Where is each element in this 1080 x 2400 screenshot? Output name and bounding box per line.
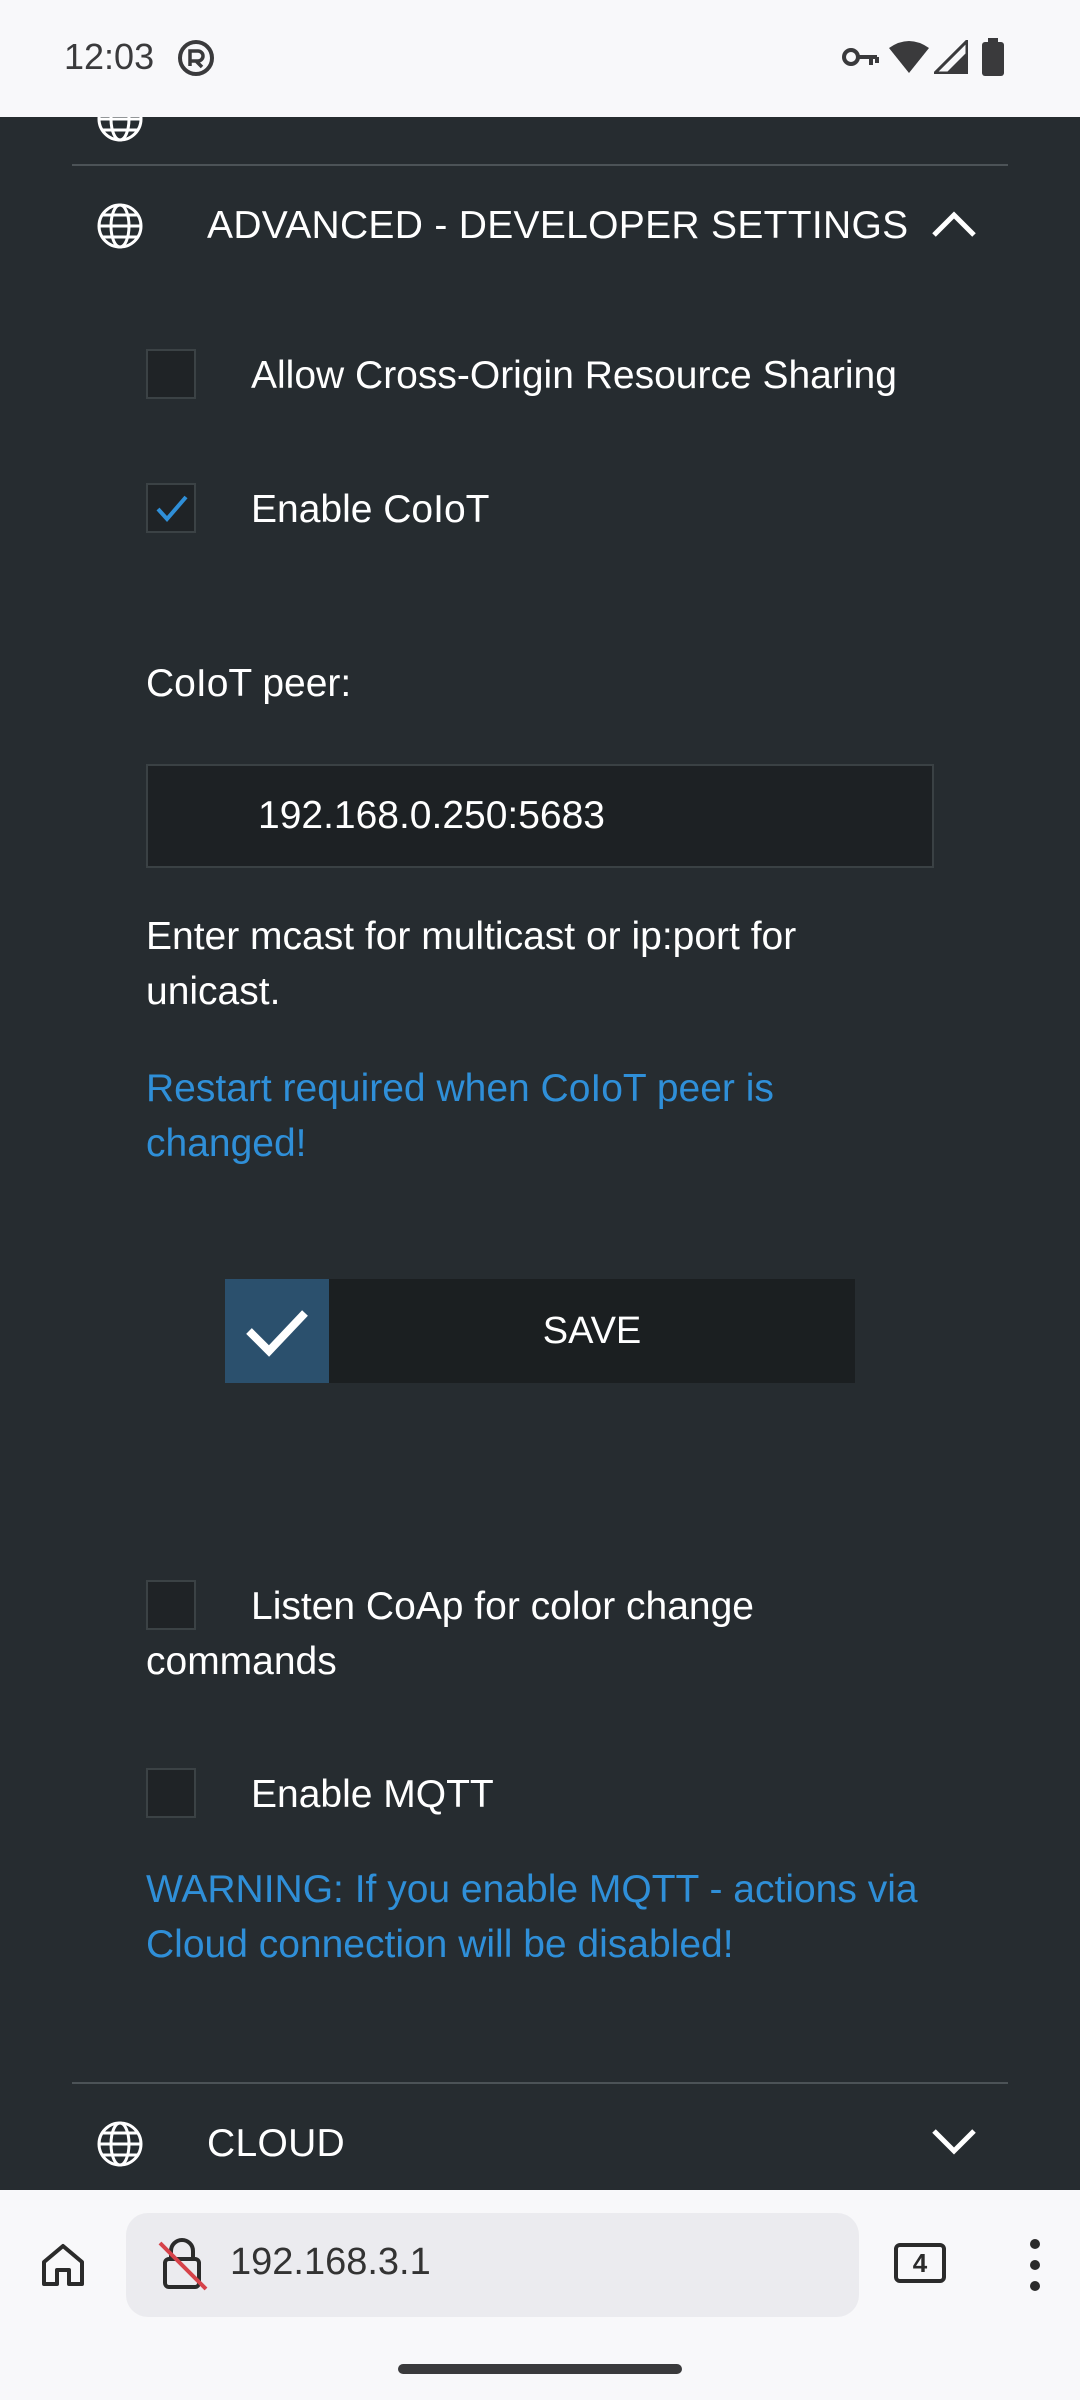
cell-signal-icon <box>931 37 969 79</box>
settings-page: ADVANCED - DEVELOPER SETTINGS Allow Cros… <box>0 117 1080 2190</box>
more-options-icon[interactable] <box>1028 2238 1042 2297</box>
cors-label: Allow Cross-Origin Resource Sharing <box>251 354 897 397</box>
mqtt-checkbox[interactable] <box>146 1768 196 1818</box>
globe-icon <box>96 117 144 143</box>
chevron-up-icon[interactable] <box>930 209 978 239</box>
section-divider <box>72 164 1008 166</box>
home-icon[interactable] <box>38 2240 88 2295</box>
tab-switcher-button[interactable]: 4 <box>894 2243 946 2283</box>
checkmark-icon <box>225 1279 329 1383</box>
coiot-restart-note: Restart required when CoIoT peer is chan… <box>146 1067 774 1165</box>
advanced-section-title: ADVANCED - DEVELOPER SETTINGS <box>207 204 909 247</box>
checkmark-icon <box>156 495 188 523</box>
not-secure-lock-icon[interactable] <box>156 2237 210 2298</box>
save-button-label: SAVE <box>542 1310 642 1352</box>
vpn-shield-icon <box>176 38 216 83</box>
coap-label: Listen CoAp for color change commands <box>146 1585 754 1683</box>
url-text: 192.168.3.1 <box>230 2241 431 2283</box>
advanced-section-header[interactable]: ADVANCED - DEVELOPER SETTINGS <box>72 169 1008 279</box>
battery-icon <box>982 38 1004 81</box>
coiot-hint: Enter mcast for multicast or ip:port for… <box>146 915 797 1013</box>
status-bar: 12:03 <box>0 0 1080 117</box>
mqtt-label: Enable MQTT <box>251 1773 494 1816</box>
section-divider <box>72 2082 1008 2084</box>
globe-icon <box>96 2120 144 2168</box>
mqtt-warning: WARNING: If you enable MQTT - actions vi… <box>146 1868 918 1966</box>
wifi-icon <box>888 40 930 79</box>
gesture-nav-handle[interactable] <box>398 2364 682 2374</box>
cloud-section-header[interactable]: CLOUD <box>72 2087 1008 2190</box>
status-time: 12:03 <box>64 36 155 77</box>
coiot-checkbox[interactable] <box>146 483 196 533</box>
cors-checkbox[interactable] <box>146 349 196 399</box>
globe-icon <box>96 202 144 250</box>
browser-toolbar: 192.168.3.1 4 <box>0 2190 1080 2400</box>
chevron-down-icon[interactable] <box>930 2127 978 2157</box>
coiot-label: Enable CoIoT <box>251 488 490 531</box>
address-bar[interactable]: 192.168.3.1 <box>126 2213 859 2317</box>
vpn-key-icon <box>842 46 880 73</box>
save-button[interactable]: SAVE <box>225 1279 855 1383</box>
cloud-section-title: CLOUD <box>207 2122 346 2165</box>
coiot-peer-input[interactable]: 192.168.0.250:5683 <box>146 764 934 868</box>
coiot-peer-label: CoIoT peer: <box>146 662 352 705</box>
